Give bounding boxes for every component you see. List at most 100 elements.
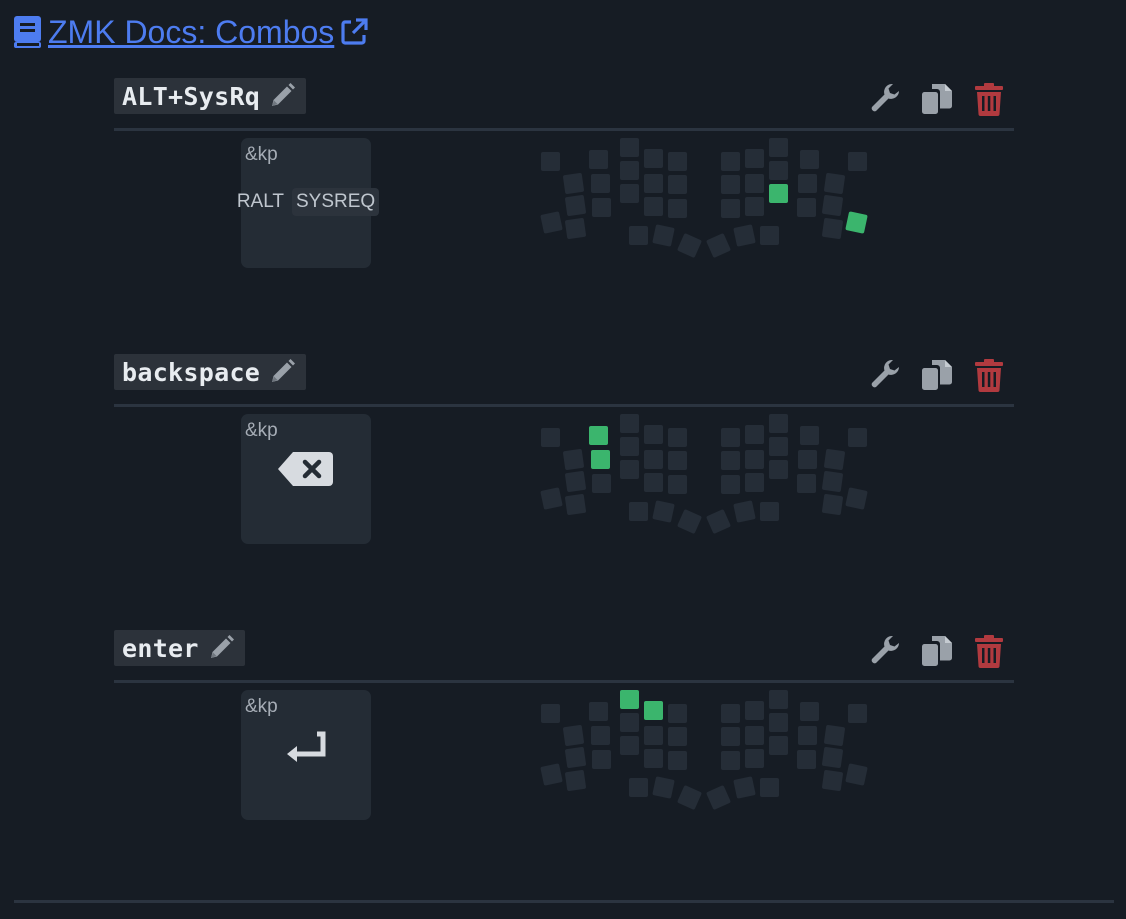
layout-key[interactable]	[668, 751, 687, 770]
layout-key[interactable]	[629, 226, 648, 245]
layout-key[interactable]	[721, 751, 740, 770]
layout-key[interactable]	[540, 763, 563, 786]
settings-button[interactable]	[868, 356, 902, 394]
binding-card[interactable]: &kp RALT SYSREQ	[237, 138, 380, 268]
pencil-icon[interactable]	[207, 634, 235, 662]
layout-key[interactable]	[822, 218, 843, 239]
duplicate-button[interactable]	[920, 80, 954, 118]
layout-key[interactable]	[591, 726, 610, 745]
layout-key[interactable]	[541, 704, 560, 723]
combo-key-active[interactable]	[845, 211, 868, 234]
layout-key[interactable]	[565, 494, 586, 515]
combo-name-field[interactable]: ALT+SysRq	[114, 78, 307, 114]
layout-key[interactable]	[540, 211, 563, 234]
layout-key[interactable]	[644, 450, 663, 469]
layout-key[interactable]	[565, 218, 586, 239]
layout-key[interactable]	[721, 727, 740, 746]
delete-button[interactable]	[972, 632, 1006, 670]
layout-key[interactable]	[668, 175, 687, 194]
layout-key[interactable]	[797, 750, 816, 769]
layout-key[interactable]	[706, 233, 731, 258]
combo-key-active[interactable]	[589, 426, 608, 445]
combo-key-active[interactable]	[769, 184, 788, 203]
layout-key[interactable]	[668, 199, 687, 218]
layout-key[interactable]	[721, 451, 740, 470]
layout-key[interactable]	[541, 428, 560, 447]
layout-key[interactable]	[800, 150, 819, 169]
layout-key[interactable]	[745, 450, 764, 469]
layout-key[interactable]	[540, 487, 563, 510]
combo-name-field[interactable]: enter	[114, 630, 245, 666]
layout-key[interactable]	[644, 726, 663, 745]
layout-key[interactable]	[745, 149, 764, 168]
layout-key[interactable]	[565, 770, 586, 791]
duplicate-button[interactable]	[920, 356, 954, 394]
layout-key[interactable]	[848, 152, 867, 171]
layout-key[interactable]	[589, 702, 608, 721]
layout-key[interactable]	[563, 173, 584, 194]
layout-key[interactable]	[677, 233, 702, 258]
delete-button[interactable]	[972, 356, 1006, 394]
layout-key[interactable]	[668, 704, 687, 723]
layout-key[interactable]	[620, 414, 639, 433]
layout-key[interactable]	[760, 502, 779, 521]
layout-key[interactable]	[769, 437, 788, 456]
layout-key[interactable]	[652, 224, 675, 247]
layout-key[interactable]	[721, 175, 740, 194]
layout-key[interactable]	[644, 197, 663, 216]
layout-key[interactable]	[798, 450, 817, 469]
combo-name-field[interactable]: backspace	[114, 354, 307, 390]
combo-key-active[interactable]	[644, 701, 663, 720]
layout-key[interactable]	[822, 195, 843, 216]
layout-key[interactable]	[644, 149, 663, 168]
layout-key[interactable]	[541, 152, 560, 171]
layout-key[interactable]	[769, 161, 788, 180]
layout-key[interactable]	[563, 725, 584, 746]
layout-key[interactable]	[824, 725, 845, 746]
layout-key[interactable]	[822, 747, 843, 768]
layout-key[interactable]	[644, 473, 663, 492]
layout-key[interactable]	[668, 428, 687, 447]
layout-key[interactable]	[565, 471, 586, 492]
layout-key[interactable]	[745, 473, 764, 492]
layout-key[interactable]	[668, 727, 687, 746]
layout-key[interactable]	[769, 460, 788, 479]
layout-key[interactable]	[592, 474, 611, 493]
layout-key[interactable]	[745, 726, 764, 745]
layout-key[interactable]	[589, 150, 608, 169]
layout-key[interactable]	[848, 428, 867, 447]
combo-key-active[interactable]	[591, 450, 610, 469]
layout-key[interactable]	[592, 198, 611, 217]
layout-key[interactable]	[721, 199, 740, 218]
layout-key[interactable]	[769, 138, 788, 157]
layout-key[interactable]	[824, 449, 845, 470]
layout-key[interactable]	[677, 509, 702, 534]
layout-key[interactable]	[668, 152, 687, 171]
docs-combos-link[interactable]: ZMK Docs: Combos	[14, 12, 368, 52]
layout-key[interactable]	[706, 785, 731, 810]
binding-card[interactable]: &kp	[241, 690, 371, 820]
layout-key[interactable]	[845, 487, 868, 510]
layout-key[interactable]	[800, 702, 819, 721]
layout-key[interactable]	[745, 174, 764, 193]
layout-key[interactable]	[591, 174, 610, 193]
layout-key[interactable]	[769, 713, 788, 732]
delete-button[interactable]	[972, 80, 1006, 118]
layout-key[interactable]	[745, 749, 764, 768]
layout-key[interactable]	[721, 475, 740, 494]
layout-key[interactable]	[620, 161, 639, 180]
layout-key[interactable]	[620, 713, 639, 732]
layout-key[interactable]	[848, 704, 867, 723]
layout-key[interactable]	[733, 224, 756, 247]
layout-key[interactable]	[565, 747, 586, 768]
layout-key[interactable]	[644, 174, 663, 193]
settings-button[interactable]	[868, 80, 902, 118]
layout-key[interactable]	[563, 449, 584, 470]
layout-key[interactable]	[760, 226, 779, 245]
layout-key[interactable]	[745, 425, 764, 444]
layout-key[interactable]	[745, 701, 764, 720]
layout-key[interactable]	[620, 437, 639, 456]
layout-key[interactable]	[733, 500, 756, 523]
layout-key[interactable]	[845, 763, 868, 786]
layout-key[interactable]	[797, 198, 816, 217]
